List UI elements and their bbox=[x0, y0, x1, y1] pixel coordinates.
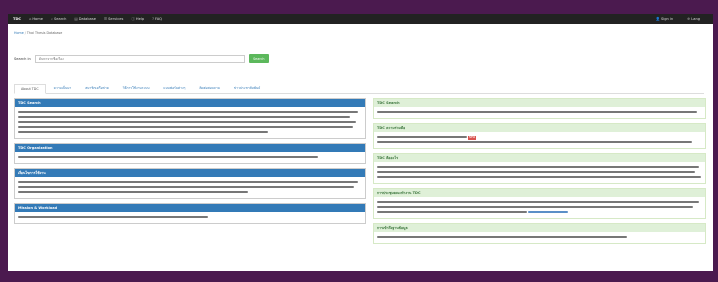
breadcrumb-home[interactable]: Home bbox=[14, 31, 24, 35]
nav-label: FAQ bbox=[155, 17, 162, 21]
tab-news[interactable]: ข่าวประชาสัมพันธ์ bbox=[228, 84, 266, 93]
panel-body bbox=[15, 177, 365, 198]
panel-body bbox=[15, 107, 365, 138]
panel-body bbox=[374, 197, 705, 218]
browser-window: TDC ⌂ Home ⌕ Search ▤ Database ☰ Services ⓘ H… bbox=[8, 14, 713, 271]
right-column: TDC Search TDC ความร่วมมือ NEW TDC คืออะ… bbox=[373, 98, 706, 248]
search-bar: Search in Search bbox=[14, 54, 269, 63]
panel-title: TDC ความร่วมมือ bbox=[374, 124, 705, 132]
panel-access: การเข้าถึงฐานข้อมูล bbox=[373, 223, 706, 244]
nav-label: Lang bbox=[691, 17, 700, 21]
tab-howto[interactable]: วิธีการใช้งานระบบ bbox=[117, 84, 156, 93]
panel-right-search: TDC Search bbox=[373, 98, 706, 119]
panel-cooperation: TDC ความร่วมมือ NEW bbox=[373, 123, 706, 149]
search-label: Search in bbox=[14, 56, 31, 61]
panel-title: TDC Search bbox=[15, 99, 365, 107]
info-icon: ⓘ bbox=[131, 16, 135, 21]
nav-label: Search bbox=[54, 17, 67, 21]
tab-members[interactable]: สมาชิกเครือข่าย bbox=[79, 84, 114, 93]
nav-help[interactable]: ⓘ Help bbox=[131, 17, 144, 22]
nav-language[interactable]: ⊕ Lang bbox=[687, 17, 700, 21]
user-icon: 👤 bbox=[655, 17, 660, 21]
panel-title: TDC Organization bbox=[15, 144, 365, 152]
panel-body: NEW bbox=[374, 132, 705, 148]
panel-title: TDC Search bbox=[374, 99, 705, 107]
panel-body bbox=[374, 162, 705, 183]
nav-sign-in[interactable]: 👤 Sign in bbox=[655, 17, 673, 21]
panel-body bbox=[15, 212, 365, 223]
home-icon: ⌂ bbox=[29, 17, 32, 21]
panel-body bbox=[15, 152, 365, 163]
list-icon: ☰ bbox=[103, 17, 108, 21]
panel-organization: TDC Organization bbox=[14, 143, 366, 164]
search-button[interactable]: Search bbox=[248, 54, 269, 63]
search-input[interactable] bbox=[34, 54, 245, 63]
panel-body bbox=[374, 232, 705, 243]
nav-label: Sign in bbox=[660, 17, 674, 21]
nav-label: Home bbox=[32, 17, 43, 21]
panel-mission: Mission & Workload bbox=[14, 203, 366, 224]
top-navbar: TDC ⌂ Home ⌕ Search ▤ Database ☰ Services ⓘ H… bbox=[8, 14, 713, 24]
nav-home[interactable]: ⌂ Home bbox=[29, 17, 43, 21]
panel-title: Mission & Workload bbox=[15, 204, 365, 212]
panel-title: เงื่อนไขการใช้งาน bbox=[15, 169, 365, 177]
panel-what-is: TDC คืออะไร bbox=[373, 153, 706, 184]
panel-terms: เงื่อนไขการใช้งาน bbox=[14, 168, 366, 199]
panel-title: การประชุมคณะทำงาน TDC bbox=[374, 189, 705, 197]
breadcrumb-current: Thai Thesis Database bbox=[26, 31, 63, 35]
panel-title: TDC คืออะไร bbox=[374, 154, 705, 162]
tab-about[interactable]: About TDC bbox=[14, 84, 46, 94]
left-column: TDC Search TDC Organization เงื่อนไขการใ… bbox=[14, 98, 366, 228]
globe-icon: ⊕ bbox=[687, 17, 691, 21]
panel-meeting: การประชุมคณะทำงาน TDC bbox=[373, 188, 706, 219]
tab-bar: About TDC ความเป็นมา สมาชิกเครือข่าย วิธ… bbox=[14, 83, 704, 94]
tab-forms[interactable]: แบบฟอร์มต่างๆ bbox=[157, 84, 191, 93]
panel-search: TDC Search bbox=[14, 98, 366, 139]
panel-title: การเข้าถึงฐานข้อมูล bbox=[374, 224, 705, 232]
tab-contact[interactable]: ติดต่อสอบถาม bbox=[193, 84, 226, 93]
new-badge: NEW bbox=[468, 136, 477, 140]
nav-search[interactable]: ⌕ Search bbox=[51, 17, 66, 21]
nav-faq[interactable]: ? FAQ bbox=[152, 17, 162, 21]
nav-label: Help bbox=[135, 17, 145, 21]
database-icon: ▤ bbox=[74, 17, 78, 21]
nav-label: Services bbox=[108, 17, 124, 21]
tab-history[interactable]: ความเป็นมา bbox=[48, 84, 78, 93]
nav-database[interactable]: ▤ Database bbox=[74, 17, 96, 21]
nav-label: Database bbox=[78, 17, 96, 21]
panel-body bbox=[374, 107, 705, 118]
breadcrumb: Home/Thai Thesis Database bbox=[14, 31, 63, 35]
brand-logo[interactable]: TDC bbox=[13, 17, 21, 21]
search-icon: ⌕ bbox=[50, 17, 53, 21]
question-icon: ? bbox=[152, 17, 155, 21]
nav-services[interactable]: ☰ Services bbox=[104, 17, 123, 21]
